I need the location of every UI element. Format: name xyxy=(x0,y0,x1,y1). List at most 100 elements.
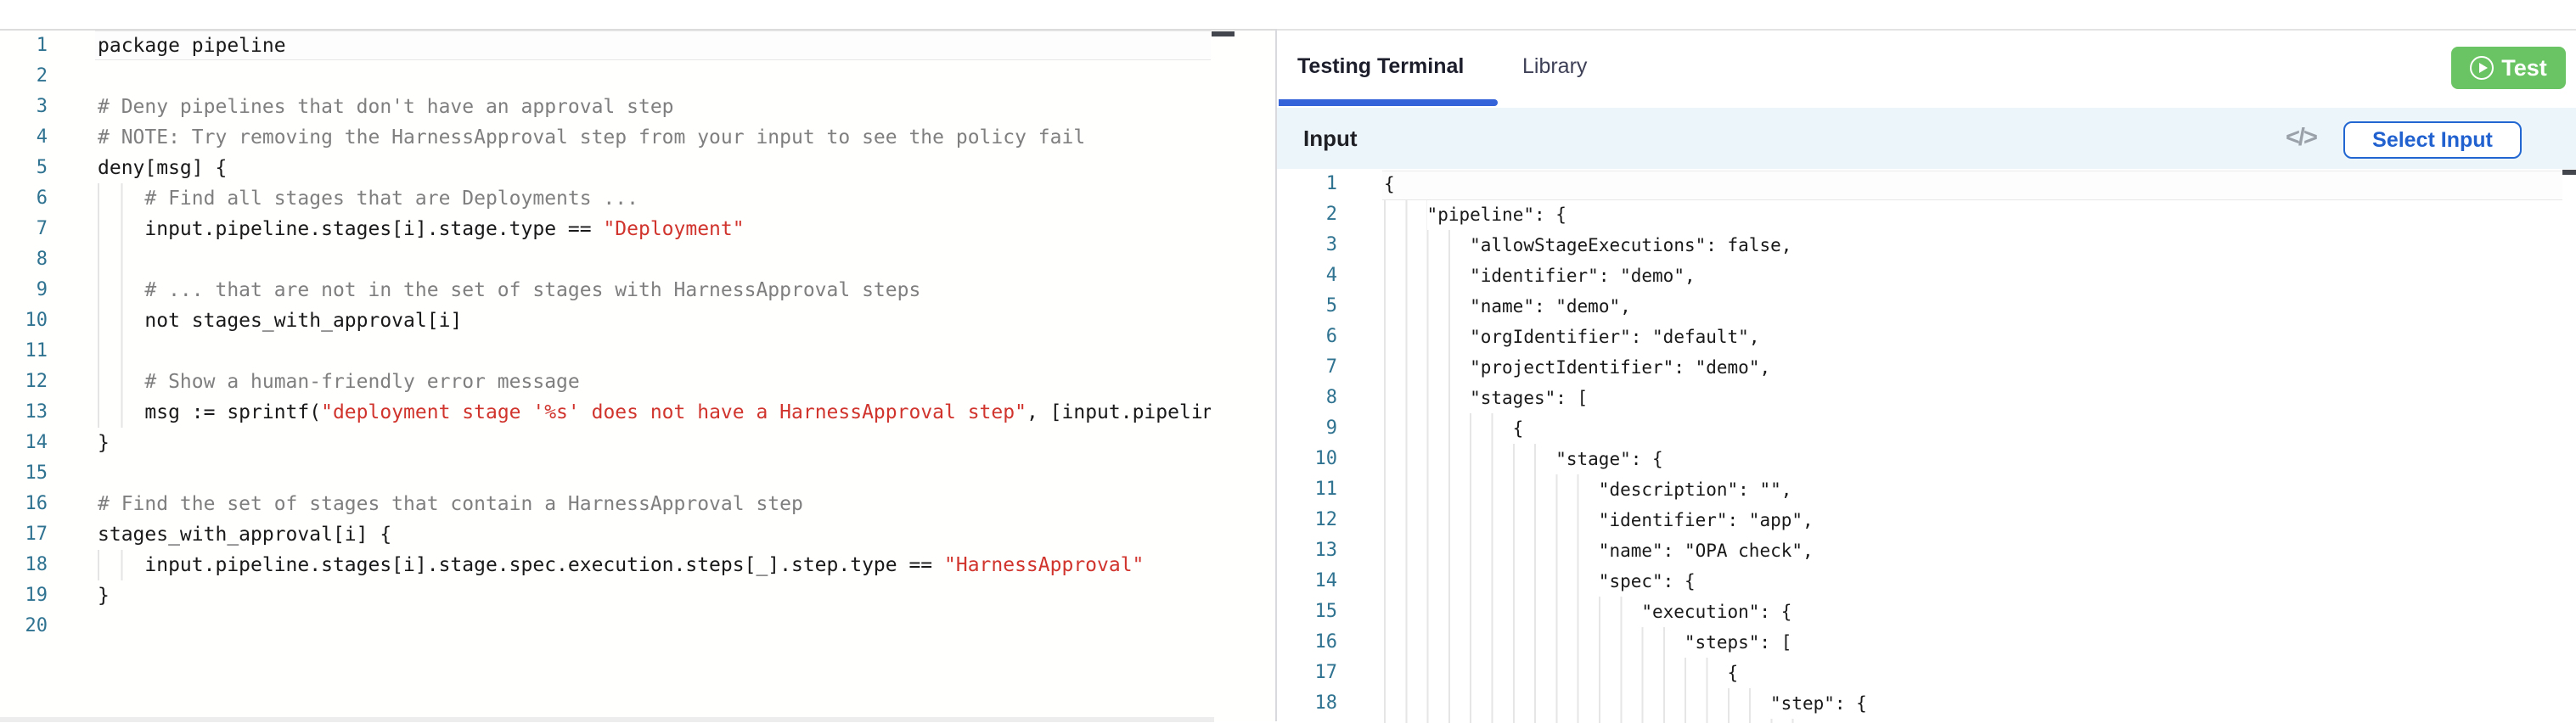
json-input-editor[interactable]: 1{2"pipeline": {3"allowStageExecutions":… xyxy=(1277,169,2576,723)
code-text: msg := sprintf("deployment stage '%s' do… xyxy=(98,397,1211,428)
code-line[interactable]: 6 "orgIdentifier": "default", xyxy=(1277,322,2576,352)
code-line[interactable]: 17stages_with_approval[i] { xyxy=(0,519,1211,550)
code-token: "orgIdentifier": "default", xyxy=(1470,327,1759,347)
comment-text: # ... that are not in the set of stages … xyxy=(144,279,920,301)
code-text: "execution": { xyxy=(1384,597,1791,627)
code-line[interactable]: 17{ xyxy=(1277,658,2576,688)
code-line[interactable]: 7"projectIdentifier": "demo", xyxy=(1277,352,2576,383)
code-line[interactable]: 10"stage": { xyxy=(1277,444,2576,474)
tab-testing-terminal[interactable]: Testing Terminal xyxy=(1297,31,1464,102)
code-view-icon[interactable]: </> xyxy=(2286,108,2316,170)
play-icon xyxy=(2470,56,2494,80)
line-number: 9 xyxy=(1277,413,1337,444)
code-token: not stages_with_approval[i] xyxy=(144,310,462,332)
line-number: 8 xyxy=(0,244,48,275)
policy-code-area[interactable]: 1package pipeline23# Deny pipelines that… xyxy=(0,31,1211,723)
indent-guides xyxy=(1384,627,1685,658)
indent-guides xyxy=(1384,383,1470,413)
code-text: "orgIdentifier": "default", xyxy=(1384,322,1759,352)
indent-guides xyxy=(1384,261,1470,291)
code-line[interactable]: 18"step": { xyxy=(1277,688,2576,719)
code-line[interactable]: 2 "pipeline": { xyxy=(1277,199,2576,230)
line-number: 13 xyxy=(0,397,48,428)
test-button[interactable]: Test xyxy=(2451,47,2566,89)
line-number: 4 xyxy=(0,122,48,153)
code-line[interactable]: 8 xyxy=(0,244,1211,275)
code-line[interactable]: 19} xyxy=(0,580,1211,611)
code-line[interactable]: 16 "steps": [ xyxy=(1277,627,2576,658)
indent-guides xyxy=(98,397,144,428)
code-line[interactable]: 1{ xyxy=(1277,169,2576,199)
horizontal-scrollbar[interactable] xyxy=(0,717,1214,722)
code-line[interactable]: 11 xyxy=(0,336,1211,367)
active-tab-underline xyxy=(1279,99,1498,106)
code-line[interactable]: 13 msg := sprintf("deployment stage '%s' … xyxy=(0,397,1211,428)
code-text: "identifier": "app", xyxy=(1384,505,1814,535)
line-number: 6 xyxy=(1277,322,1337,352)
policy-code-editor[interactable]: 1package pipeline23# Deny pipelines that… xyxy=(0,29,1275,721)
indent-guides xyxy=(1384,505,1599,535)
line-number: 2 xyxy=(1277,199,1337,230)
code-token: "stages": [ xyxy=(1470,388,1588,408)
line-number: 14 xyxy=(1277,566,1337,597)
code-text: { xyxy=(1384,169,1395,199)
code-token: "identifier": "app", xyxy=(1599,510,1814,530)
line-number: 5 xyxy=(0,153,48,183)
code-line[interactable]: 18input.pipeline.stages[i].stage.spec.ex… xyxy=(0,550,1211,580)
code-line[interactable]: 5"name": "demo", xyxy=(1277,291,2576,322)
tab-library[interactable]: Library xyxy=(1522,31,1587,102)
select-input-button[interactable]: Select Input xyxy=(2343,121,2522,159)
string-literal: "HarnessApproval" xyxy=(944,554,1144,576)
string-literal: "Deployment" xyxy=(603,218,744,240)
code-token: input.pipeline.stages[i].stage.type == xyxy=(144,218,603,240)
code-token: "pipeline": { xyxy=(1427,205,1566,225)
code-line[interactable]: 12# Show a human-friendly error message xyxy=(0,367,1211,397)
code-line[interactable]: 15 xyxy=(0,458,1211,489)
code-line[interactable]: 14 "spec": { xyxy=(1277,566,2576,597)
indent-guides xyxy=(98,183,144,214)
line-number: 16 xyxy=(1277,627,1337,658)
code-token: "spec": { xyxy=(1599,571,1696,591)
comment-text: # Find the set of stages that contain a … xyxy=(98,493,803,515)
line-number: 3 xyxy=(0,92,48,122)
line-number: 11 xyxy=(1277,474,1337,505)
code-line[interactable]: 15"execution": { xyxy=(1277,597,2576,627)
code-line[interactable]: 1package pipeline xyxy=(0,31,1211,61)
code-line[interactable]: 9{ xyxy=(1277,413,2576,444)
input-header-bar: Input </> Select Input xyxy=(1277,108,2576,170)
code-line[interactable]: 8"stages": [ xyxy=(1277,383,2576,413)
code-line[interactable]: 16# Find the set of stages that contain … xyxy=(0,489,1211,519)
code-token: { xyxy=(1727,663,1738,683)
code-line[interactable]: 4# NOTE: Try removing the HarnessApprova… xyxy=(0,122,1211,153)
indent-guides xyxy=(98,244,144,275)
line-number: 3 xyxy=(1277,230,1337,261)
code-token: { xyxy=(1513,418,1524,439)
code-line[interactable]: 5 deny[msg] { xyxy=(0,153,1211,183)
code-line[interactable]: 14} xyxy=(0,428,1211,458)
code-line[interactable]: 11"description": "", xyxy=(1277,474,2576,505)
code-text: not stages_with_approval[i] xyxy=(98,305,462,336)
code-line[interactable]: 9# ... that are not in the set of stages… xyxy=(0,275,1211,305)
code-line[interactable]: 20 xyxy=(0,611,1211,642)
string-literal: "deployment stage '%s' does not have a H… xyxy=(321,401,1026,423)
code-text: deny[msg] { xyxy=(98,153,227,183)
code-line[interactable]: 12"identifier": "app", xyxy=(1277,505,2576,535)
code-line[interactable]: 6# Find all stages that are Deployments … xyxy=(0,183,1211,214)
code-line[interactable]: 7input.pipeline.stages[i].stage.type == … xyxy=(0,214,1211,244)
code-line[interactable]: 10not stages_with_approval[i] xyxy=(0,305,1211,336)
code-line[interactable]: 3"allowStageExecutions": false, xyxy=(1277,230,2576,261)
code-text: # Find the set of stages that contain a … xyxy=(98,489,803,519)
line-number: 1 xyxy=(1277,169,1337,199)
code-line[interactable]: 3# Deny pipelines that don't have an app… xyxy=(0,92,1211,122)
code-line[interactable]: 13"name": "OPA check", xyxy=(1277,535,2576,566)
code-line[interactable]: 2 xyxy=(0,61,1211,92)
code-text: "name": "demo", xyxy=(1384,291,1631,322)
code-token: } xyxy=(98,585,110,607)
code-token: "execution": { xyxy=(1641,602,1791,622)
line-number: 11 xyxy=(0,336,48,367)
code-line[interactable]: 4"identifier": "demo", xyxy=(1277,261,2576,291)
line-number: 13 xyxy=(1277,535,1337,566)
indent-guides xyxy=(1384,322,1470,352)
comment-text: # Show a human-friendly error message xyxy=(144,371,579,393)
code-text: "steps": [ xyxy=(1384,627,1791,658)
